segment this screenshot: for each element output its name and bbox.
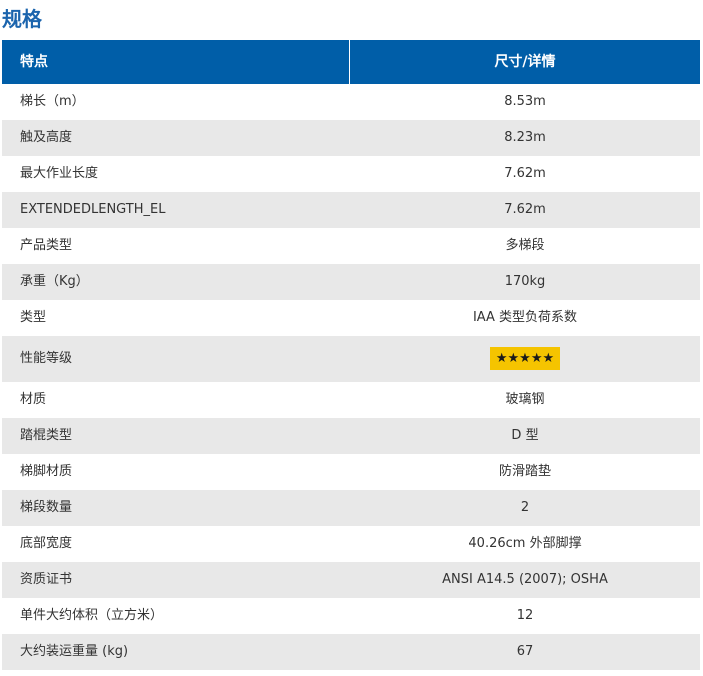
row-feature: 资质证书 — [20, 572, 73, 587]
row-feature: 踏棍类型 — [20, 428, 73, 443]
row-feature: 底部宽度 — [20, 536, 73, 551]
row-value: 玻璃钢 — [505, 392, 545, 407]
row-value: 多梯段 — [505, 238, 545, 253]
row-feature: 性能等级 — [20, 351, 73, 366]
row-feature: 承重（Kg） — [20, 274, 89, 289]
row-value: 67 — [516, 644, 534, 659]
row-feature: 梯脚材质 — [20, 464, 73, 479]
header-feature: 特点 — [2, 40, 350, 84]
row-value: 40.26cm 外部脚撑 — [468, 536, 582, 551]
table-row: 资质证书 ANSI A14.5 (2007); OSHA — [2, 562, 700, 598]
rating-stars-badge: ★★★★★ — [489, 347, 561, 370]
page-title: 规格 — [2, 7, 42, 31]
row-feature: 触及高度 — [20, 130, 73, 145]
row-feature: 大约装运重量 (kg) — [20, 644, 129, 659]
row-feature: 梯段数量 — [20, 500, 73, 515]
table-row: 承重（Kg） 170kg — [2, 264, 700, 300]
row-feature: 梯长（m） — [20, 94, 85, 109]
table-row: 最大作业长度 7.62m — [2, 156, 700, 192]
row-value: 12 — [516, 608, 534, 623]
row-feature: 产品类型 — [20, 238, 73, 253]
table-row: 大约装运重量 (kg) 67 — [2, 634, 700, 670]
spec-table: 特点 尺寸/详情 梯长（m） 8.53m 触及高度 8.23m 最大作业长度 7… — [2, 40, 700, 670]
row-value: 7.62m — [504, 166, 546, 181]
table-row: 单件大约体积（立方米） 12 — [2, 598, 700, 634]
table-row: 底部宽度 40.26cm 外部脚撑 — [2, 526, 700, 562]
table-row: 产品类型 多梯段 — [2, 228, 700, 264]
table-row: 性能等级 ★★★★★ — [2, 336, 700, 382]
row-value: IAA 类型负荷系数 — [472, 310, 578, 325]
row-feature: EXTENDEDLENGTH_EL — [20, 202, 166, 217]
row-value: 7.62m — [504, 202, 546, 217]
row-feature: 单件大约体积（立方米） — [20, 608, 164, 623]
table-header: 特点 尺寸/详情 — [2, 40, 700, 84]
row-value: 2 — [520, 500, 530, 515]
row-value: 8.53m — [504, 94, 546, 109]
table-row: 梯段数量 2 — [2, 490, 700, 526]
row-value: D 型 — [511, 428, 539, 443]
table-row: 踏棍类型 D 型 — [2, 418, 700, 454]
row-value: ★★★★★ — [350, 336, 700, 382]
table-row: 类型 IAA 类型负荷系数 — [2, 300, 700, 336]
row-value: 170kg — [504, 274, 546, 289]
row-feature: 类型 — [20, 310, 47, 325]
row-value: ANSI A14.5 (2007); OSHA — [442, 572, 608, 587]
header-detail: 尺寸/详情 — [494, 54, 556, 70]
table-row: 梯脚材质 防滑踏垫 — [2, 454, 700, 490]
row-value: 防滑踏垫 — [498, 464, 551, 479]
table-row: 触及高度 8.23m — [2, 120, 700, 156]
table-row: 材质 玻璃钢 — [2, 382, 700, 418]
table-row: 梯长（m） 8.53m — [2, 84, 700, 120]
row-value: 8.23m — [504, 130, 546, 145]
row-feature: 材质 — [20, 392, 47, 407]
row-feature: 最大作业长度 — [20, 166, 99, 181]
table-row: EXTENDEDLENGTH_EL 7.62m — [2, 192, 700, 228]
